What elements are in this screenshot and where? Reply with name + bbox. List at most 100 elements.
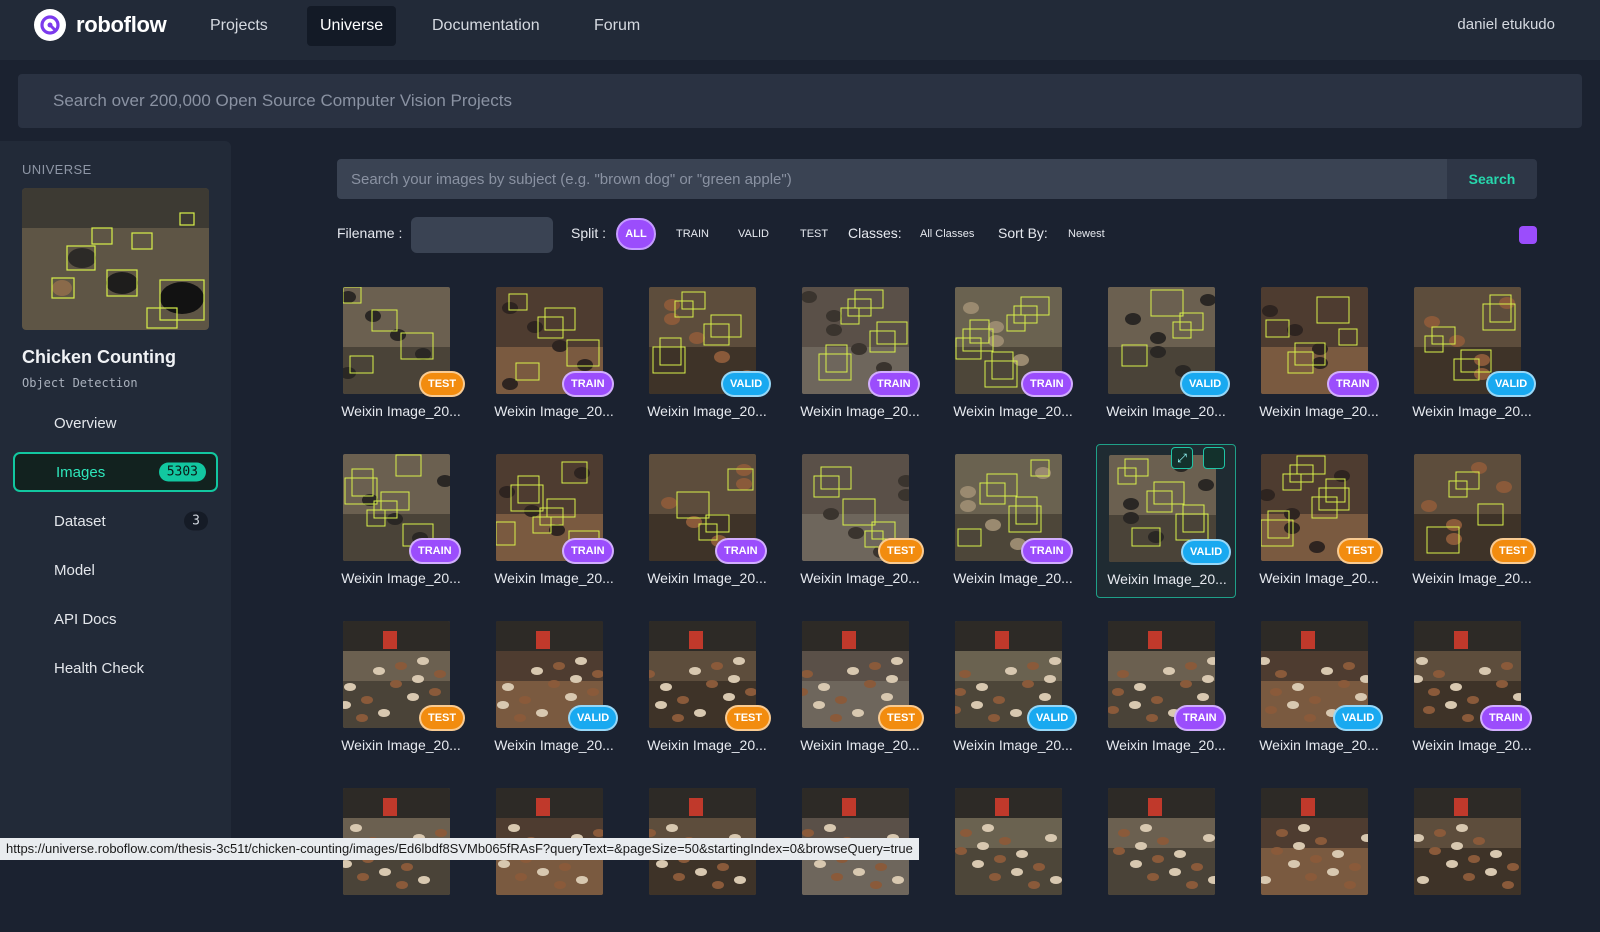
image-card[interactable]: TEST Weixin Image_20...: [637, 611, 777, 765]
split-badge: TEST: [878, 705, 925, 731]
split-badge: TRAIN: [562, 371, 614, 397]
image-thumbnail[interactable]: [1261, 788, 1368, 895]
select-checkbox[interactable]: [1203, 447, 1225, 469]
image-card[interactable]: [1402, 778, 1542, 932]
image-search-input[interactable]: Search your images by subject (e.g. "bro…: [337, 159, 1447, 199]
sidebar-heading: UNIVERSE: [22, 162, 92, 177]
image-card[interactable]: TEST Weixin Image_20...: [1402, 444, 1542, 598]
image-card[interactable]: TRAIN Weixin Image_20...: [790, 277, 930, 431]
image-caption: Weixin Image_20...: [341, 403, 461, 419]
filename-input[interactable]: [411, 217, 553, 253]
split-badge: VALID: [1027, 705, 1078, 731]
image-card[interactable]: VALID Weixin Image_20...: [1402, 277, 1542, 431]
classes-label: Classes:: [848, 225, 902, 241]
image-caption: Weixin Image_20...: [953, 570, 1073, 586]
sidebar-item-model[interactable]: Model: [13, 550, 218, 590]
sidebar-item-overview[interactable]: Overview: [13, 403, 218, 443]
image-card[interactable]: [1096, 778, 1236, 932]
sidebar-item-label: Model: [54, 561, 95, 579]
split-badge: TEST: [878, 538, 925, 564]
image-card[interactable]: TRAIN Weixin Image_20...: [331, 444, 471, 598]
split-badge: TRAIN: [868, 371, 920, 397]
image-caption: Weixin Image_20...: [647, 737, 767, 753]
split-test-chip[interactable]: TEST: [800, 228, 828, 240]
nav-forum[interactable]: Forum: [581, 6, 653, 46]
image-caption: Weixin Image_20...: [1107, 571, 1227, 587]
image-caption: Weixin Image_20...: [800, 737, 920, 753]
project-thumbnail[interactable]: [22, 188, 209, 330]
card-hover-actions: ⤢: [1171, 447, 1225, 469]
image-thumbnail[interactable]: [955, 788, 1062, 895]
image-thumbnail[interactable]: [1414, 788, 1521, 895]
image-card[interactable]: VALID Weixin Image_20...: [1096, 277, 1236, 431]
nav-documentation[interactable]: Documentation: [419, 6, 553, 46]
image-card[interactable]: TEST Weixin Image_20...: [331, 277, 471, 431]
image-card[interactable]: VALID Weixin Image_20...: [1249, 611, 1389, 765]
nav-projects[interactable]: Projects: [197, 6, 281, 46]
split-valid-chip[interactable]: VALID: [738, 228, 769, 240]
image-caption: Weixin Image_20...: [953, 737, 1073, 753]
sort-select[interactable]: Newest: [1068, 228, 1105, 240]
roboflow-logo-icon: [34, 9, 66, 41]
image-caption: Weixin Image_20...: [1412, 570, 1532, 586]
image-card[interactable]: TRAIN Weixin Image_20...: [637, 444, 777, 598]
image-card[interactable]: TRAIN Weixin Image_20...: [484, 444, 624, 598]
sidebar-item-api-docs[interactable]: API Docs: [13, 599, 218, 639]
split-badge: TRAIN: [1021, 538, 1073, 564]
expand-icon[interactable]: ⤢: [1171, 447, 1193, 469]
image-card[interactable]: TRAIN Weixin Image_20...: [484, 277, 624, 431]
image-card[interactable]: [943, 778, 1083, 932]
image-card[interactable]: TRAIN Weixin Image_20...: [943, 277, 1083, 431]
image-card[interactable]: VALID Weixin Image_20...: [637, 277, 777, 431]
split-all-chip[interactable]: ALL: [616, 218, 656, 250]
classes-select[interactable]: All Classes: [920, 228, 974, 240]
sidebar-item-label: Dataset: [54, 512, 106, 530]
split-badge: TRAIN: [1021, 371, 1073, 397]
view-toggle[interactable]: [1519, 226, 1537, 244]
image-card[interactable]: VALID Weixin Image_20...: [484, 611, 624, 765]
split-badge: TRAIN: [409, 538, 461, 564]
image-caption: Weixin Image_20...: [1259, 570, 1379, 586]
image-search-button[interactable]: Search: [1447, 159, 1537, 199]
brand-name: roboflow: [76, 12, 167, 37]
image-card[interactable]: TRAIN Weixin Image_20...: [1096, 611, 1236, 765]
image-thumbnail[interactable]: [1108, 788, 1215, 895]
universe-search-input[interactable]: Search over 200,000 Open Source Computer…: [18, 74, 1582, 128]
user-menu[interactable]: daniel etukudo: [1457, 16, 1555, 33]
image-caption: Weixin Image_20...: [1412, 403, 1532, 419]
image-card[interactable]: TEST Weixin Image_20...: [790, 444, 930, 598]
sidebar-item-label: Images: [56, 463, 106, 481]
status-bar-url: https://universe.roboflow.com/thesis-3c5…: [0, 838, 919, 860]
split-label: Split :: [571, 225, 607, 241]
split-badge: TEST: [1337, 538, 1384, 564]
image-caption: Weixin Image_20...: [800, 570, 920, 586]
image-card[interactable]: TEST Weixin Image_20...: [790, 611, 930, 765]
sidebar-item-dataset[interactable]: Dataset 3: [13, 501, 218, 541]
split-train-chip[interactable]: TRAIN: [676, 228, 709, 240]
image-card[interactable]: TEST Weixin Image_20...: [331, 611, 471, 765]
nav-universe[interactable]: Universe: [307, 6, 397, 46]
image-card[interactable]: TRAIN Weixin Image_20...: [1402, 611, 1542, 765]
sidebar-item-label: Overview: [54, 414, 117, 432]
image-card[interactable]: TEST Weixin Image_20...: [1249, 444, 1389, 598]
image-caption: Weixin Image_20...: [341, 570, 461, 586]
sidebar-item-health-check[interactable]: Health Check: [13, 648, 218, 688]
images-count-badge: 5303: [158, 462, 206, 482]
image-caption: Weixin Image_20...: [1412, 737, 1532, 753]
sidebar-item-label: API Docs: [54, 610, 117, 628]
sidebar-item-images[interactable]: Images 5303: [13, 452, 218, 492]
split-badge: TRAIN: [1327, 371, 1379, 397]
image-caption: Weixin Image_20...: [1259, 737, 1379, 753]
image-card[interactable]: [1249, 778, 1389, 932]
split-badge: VALID: [1180, 371, 1231, 397]
roboflow-logo[interactable]: roboflow: [34, 9, 167, 41]
project-sidebar: UNIVERSE Chicken Counting Object Detecti…: [0, 141, 231, 860]
image-card[interactable]: TRAIN Weixin Image_20...: [1249, 277, 1389, 431]
project-type: Object Detection: [22, 376, 138, 390]
image-caption: Weixin Image_20...: [1106, 737, 1226, 753]
project-title: Chicken Counting: [22, 347, 176, 367]
image-card[interactable]: TRAIN Weixin Image_20...: [943, 444, 1083, 598]
image-card[interactable]: VALID Weixin Image_20... ⤢: [1096, 444, 1236, 598]
image-card[interactable]: VALID Weixin Image_20...: [943, 611, 1083, 765]
image-caption: Weixin Image_20...: [647, 403, 767, 419]
